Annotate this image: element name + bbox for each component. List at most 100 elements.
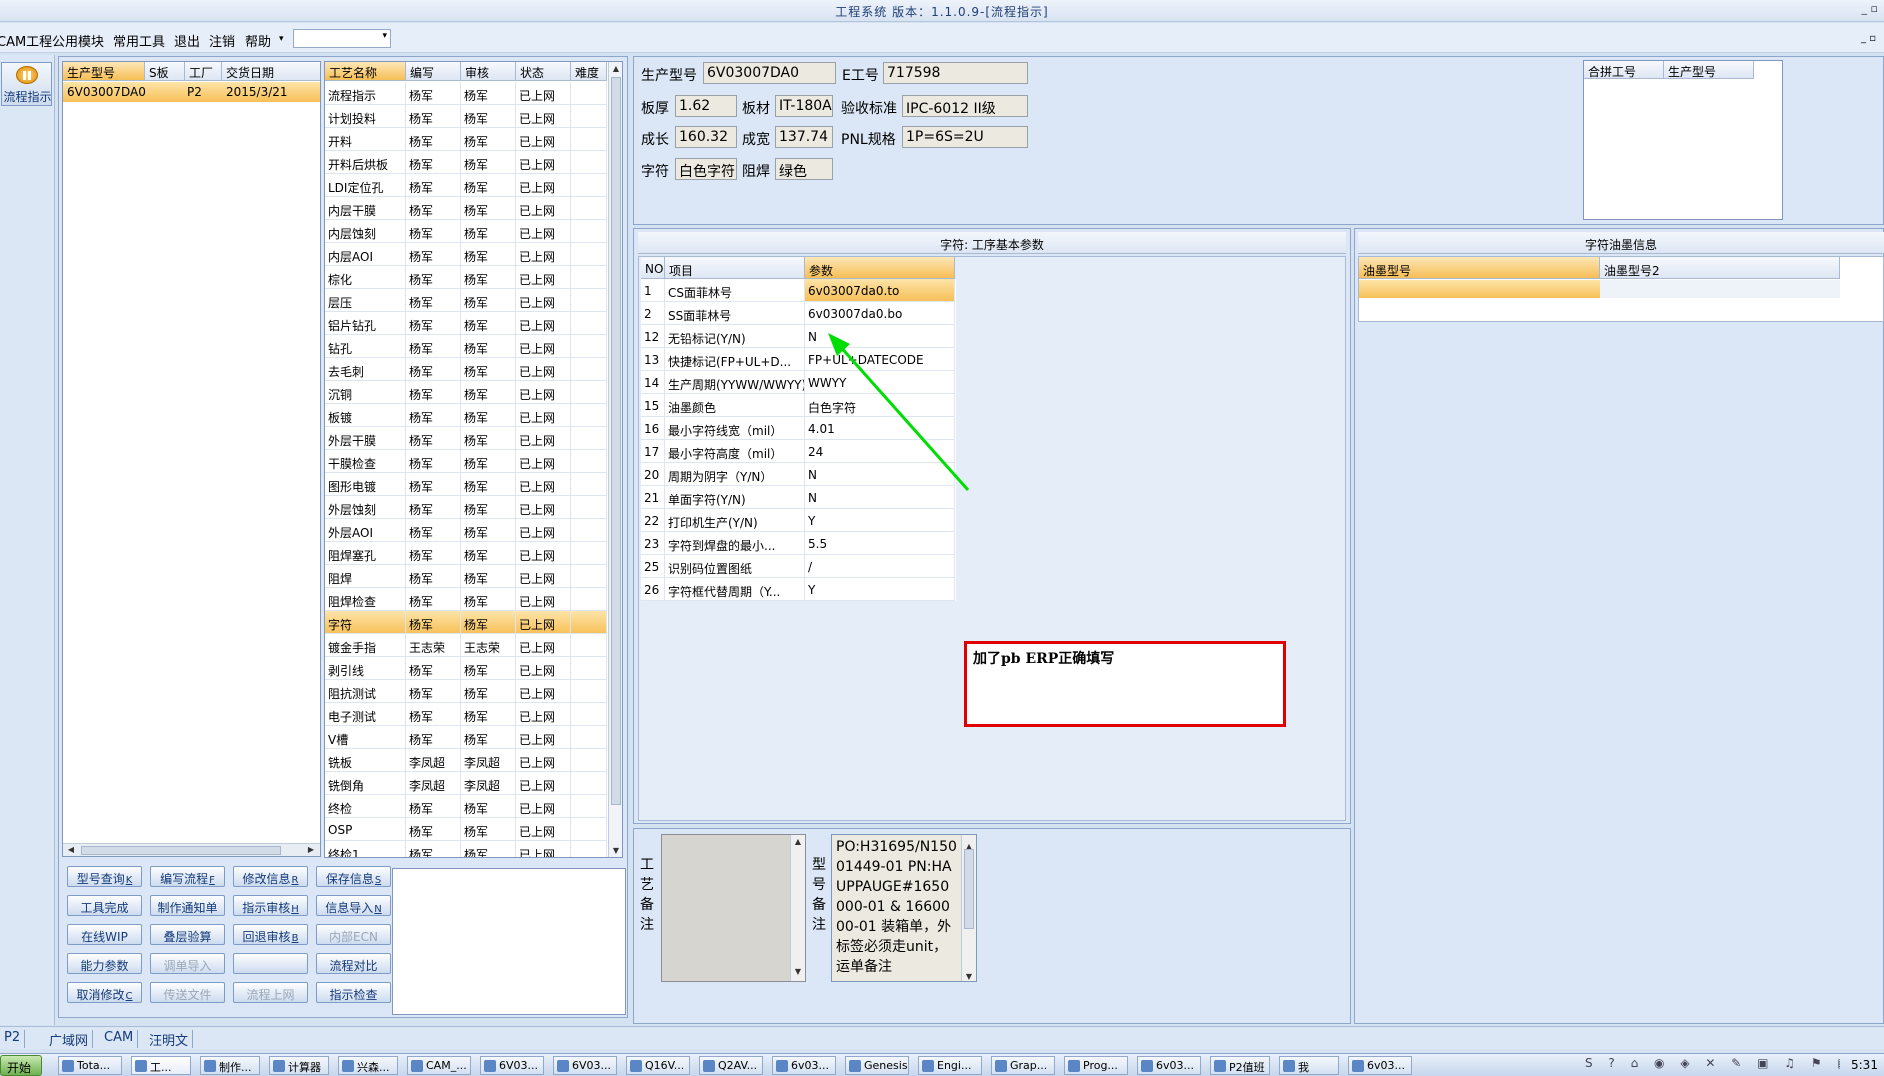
- table-row[interactable]: 开料 杨军 杨军 已上网: [325, 128, 607, 151]
- action-button[interactable]: 在线WIP: [67, 924, 142, 945]
- menu-exit[interactable]: 退出: [174, 31, 200, 50]
- table-row[interactable]: 铝片钻孔 杨军 杨军 已上网: [325, 312, 607, 335]
- taskbar-item[interactable]: 我: [1279, 1056, 1339, 1075]
- action-button[interactable]: 信息导入N: [316, 895, 391, 916]
- table-row[interactable]: 剥引线 杨军 杨军 已上网: [325, 657, 607, 680]
- table-row[interactable]: OSP 杨军 杨军 已上网: [325, 818, 607, 841]
- model-notes-field[interactable]: PO:H31695/N15001449-01 PN:HAUPPAUGE#1650…: [831, 834, 977, 982]
- action-button[interactable]: 回退审核B: [233, 924, 308, 945]
- table-row[interactable]: 外层蚀刻 杨军 杨军 已上网: [325, 496, 607, 519]
- action-button[interactable]: [233, 953, 308, 974]
- table-row[interactable]: 电子测试 杨军 杨军 已上网: [325, 703, 607, 726]
- col-merge-no[interactable]: 合拼工号: [1584, 61, 1664, 79]
- scroll-up-icon[interactable]: ▲: [791, 837, 805, 846]
- taskbar-item[interactable]: CAM_...: [407, 1056, 471, 1075]
- col-date[interactable]: 交货日期: [222, 62, 320, 81]
- taskbar-item[interactable]: 制作...: [200, 1056, 260, 1075]
- param-row[interactable]: 25 识别码位置图纸 /: [641, 555, 956, 578]
- scroll-thumb[interactable]: [611, 77, 621, 805]
- tray-icons[interactable]: S ? ⌂ ◉ ◈ ✕ ✎ ▣ ♫ ⚑ ▤: [1585, 1056, 1840, 1075]
- col-factory[interactable]: 工厂: [185, 62, 222, 81]
- action-button[interactable]: 内部ECN: [316, 924, 391, 945]
- menu-overflow-icon[interactable]: ▾: [279, 34, 284, 44]
- param-row[interactable]: 22 打印机生产(Y/N) Y: [641, 509, 956, 532]
- action-button[interactable]: 工具完成: [67, 895, 142, 916]
- pnl-field[interactable]: 1P=6S=2U: [902, 126, 1028, 148]
- table-row[interactable]: 字符 杨军 杨军 已上网: [325, 611, 607, 634]
- table-row[interactable]: 去毛刺 杨军 杨军 已上网: [325, 358, 607, 381]
- col-ink-model[interactable]: 油墨型号: [1359, 257, 1600, 279]
- thickness-field[interactable]: 1.62: [675, 95, 737, 117]
- toolbar-combo[interactable]: ▾: [293, 29, 391, 48]
- table-row[interactable]: 外层干膜 杨军 杨军 已上网: [325, 427, 607, 450]
- col-ink-model2[interactable]: 油墨型号2: [1600, 257, 1840, 279]
- action-button[interactable]: 取消修改C: [67, 982, 142, 1003]
- scroll-thumb[interactable]: [964, 849, 974, 929]
- col-item[interactable]: 项目: [665, 257, 805, 279]
- table-row[interactable]: 钻孔 杨军 杨军 已上网: [325, 335, 607, 358]
- taskbar-item[interactable]: Q2AV...: [699, 1056, 763, 1075]
- param-row[interactable]: 1 CS面菲林号 6v03007da0.to: [641, 279, 956, 302]
- scroll-down-icon[interactable]: ▼: [609, 846, 622, 855]
- model-field[interactable]: 6V03007DA0: [703, 62, 836, 84]
- param-row[interactable]: 26 字符框代替周期（Y... Y: [641, 578, 956, 601]
- char-color-field[interactable]: 白色字符: [675, 158, 737, 180]
- param-row[interactable]: 2 SS面菲林号 6v03007da0.bo: [641, 302, 956, 325]
- taskbar-item[interactable]: 6V03...: [553, 1056, 617, 1075]
- col-reviewer[interactable]: 审核: [461, 62, 516, 81]
- mdi-controls[interactable]: _ ▫: [1861, 33, 1876, 44]
- start-button[interactable]: 开始: [0, 1055, 42, 1076]
- length-field[interactable]: 160.32: [675, 126, 737, 148]
- process-notes-field[interactable]: ▲ ▼: [661, 834, 806, 982]
- ink-row-cell[interactable]: [1600, 280, 1840, 298]
- menu-common-modules[interactable]: 公用模块: [52, 31, 104, 50]
- table-row[interactable]: 铣板 李凤超 李凤超 已上网: [325, 749, 607, 772]
- action-button[interactable]: 叠层验算: [150, 924, 225, 945]
- col-merge-model[interactable]: 生产型号: [1664, 61, 1754, 79]
- col-process-name[interactable]: 工艺名称: [325, 62, 406, 81]
- scroll-up-icon[interactable]: ▲: [609, 64, 622, 73]
- param-row[interactable]: 23 字符到焊盘的最小... 5.5: [641, 532, 956, 555]
- col-model[interactable]: 生产型号: [63, 62, 145, 81]
- tab-wan[interactable]: 广域网: [45, 1030, 94, 1049]
- action-button[interactable]: 指示检查: [316, 982, 391, 1003]
- menu-tools[interactable]: 常用工具: [113, 31, 165, 50]
- table-row[interactable]: 流程指示 杨军 杨军 已上网: [325, 82, 607, 105]
- taskbar-item[interactable]: Grap...: [991, 1056, 1055, 1075]
- taskbar-item[interactable]: P2值班: [1210, 1056, 1270, 1075]
- table-row[interactable]: 开料后烘板 杨军 杨军 已上网: [325, 151, 607, 174]
- taskbar-item[interactable]: 工...: [131, 1056, 191, 1075]
- menu-help[interactable]: 帮助: [245, 31, 271, 50]
- table-row[interactable]: 内层蚀刻 杨军 杨军 已上网: [325, 220, 607, 243]
- ink-row[interactable]: [1359, 280, 1600, 298]
- vertical-scrollbar[interactable]: ▲ ▼: [790, 835, 805, 981]
- table-row[interactable]: 层压 杨军 杨军 已上网: [325, 289, 607, 312]
- table-row[interactable]: LDI定位孔 杨军 杨军 已上网: [325, 174, 607, 197]
- taskbar-item[interactable]: 计算器: [269, 1056, 329, 1075]
- horizontal-scrollbar[interactable]: ◀ ▶: [63, 843, 320, 856]
- table-row[interactable]: 板镀 杨军 杨军 已上网: [325, 404, 607, 427]
- flow-indicator-button[interactable]: 流程指示: [1, 62, 52, 106]
- action-button[interactable]: 保存信息S: [316, 866, 391, 887]
- action-button[interactable]: 能力参数: [67, 953, 142, 974]
- table-row[interactable]: 镀金手指 王志荣 王志荣 已上网: [325, 634, 607, 657]
- vertical-scrollbar[interactable]: ▲ ▼: [961, 835, 976, 981]
- table-row[interactable]: 沉铜 杨军 杨军 已上网: [325, 381, 607, 404]
- window-controls[interactable]: _ ▫: [1862, 2, 1878, 15]
- action-button[interactable]: 型号查询K: [67, 866, 142, 887]
- tab-cam[interactable]: CAM: [100, 1030, 139, 1048]
- table-row[interactable]: 干膜检查 杨军 杨军 已上网: [325, 450, 607, 473]
- table-row[interactable]: 6V03007DA0 P2 2015/3/21: [63, 82, 320, 102]
- table-row[interactable]: V槽 杨军 杨军 已上网: [325, 726, 607, 749]
- taskbar-item[interactable]: 兴森...: [338, 1056, 398, 1075]
- material-field[interactable]: IT-180A: [775, 95, 833, 117]
- scroll-left-icon[interactable]: ◀: [64, 845, 78, 854]
- standard-field[interactable]: IPC-6012 II级: [902, 95, 1028, 117]
- col-param[interactable]: 参数: [805, 257, 955, 279]
- action-button[interactable]: 指示审核H: [233, 895, 308, 916]
- taskbar-item[interactable]: 6v03...: [1137, 1056, 1201, 1075]
- table-row[interactable]: 图形电镀 杨军 杨军 已上网: [325, 473, 607, 496]
- table-row[interactable]: 外层AOI 杨军 杨军 已上网: [325, 519, 607, 542]
- action-button[interactable]: 传送文件: [150, 982, 225, 1003]
- menu-logout[interactable]: 注销: [209, 31, 235, 50]
